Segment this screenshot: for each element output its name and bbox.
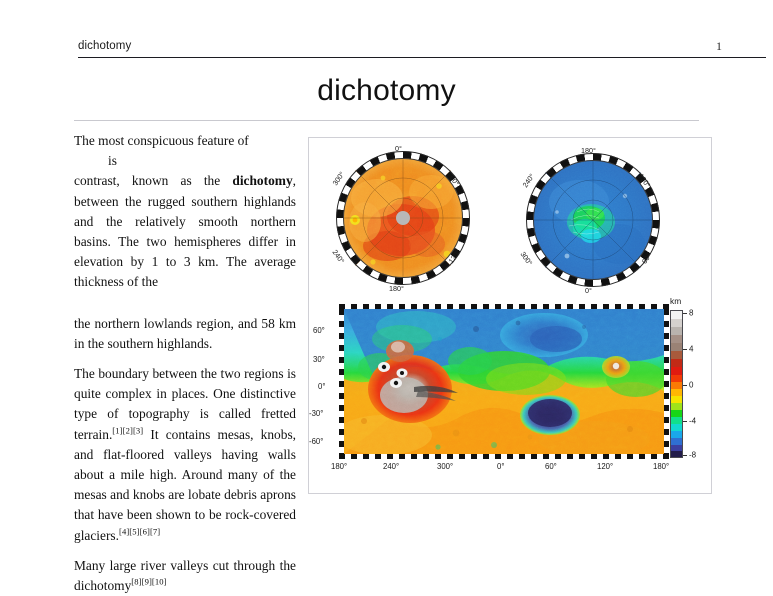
paragraph-4: Many large river valleys cut through the… [74,556,296,596]
map-ylabel-30: 30° [313,355,325,364]
south-polar-panel: 180° 120° 60° 0° 300° 240° [523,150,663,290]
map-ylabel-m30: -30° [309,409,323,418]
colorbar-label-4: 4 [689,345,693,354]
map-xlabel-120: 120° [597,462,613,471]
global-topography-map-panel: 60° 30° 0° -30° -60° 180° 240° 300° 0° 6… [339,304,679,464]
running-header-title: dichotomy [78,40,131,52]
page-number: 1 [716,39,722,54]
colorbar-unit-label: km [670,296,681,306]
colorbar-label-8: 8 [689,309,693,318]
mars-topography-figure: 0° 60° 120° 180° 240° 300° [308,137,712,494]
paragraph-spacer [74,303,296,314]
mola-topography-raster [344,309,664,454]
p3-text-b: It contains mesas, knobs, and flat-floor… [74,427,296,543]
p4-text: Many large river valleys cut through the… [74,558,296,593]
page-title: dichotomy [0,74,773,108]
global-topography-map [344,309,664,454]
north-lon-label-180: 180° [389,284,404,293]
south-lon-label-300: 300° [518,250,534,267]
p1-lead: The most conspicuous feature of [74,133,249,148]
map-ylabel-0: 0° [318,382,325,391]
north-pole-marker [396,211,410,225]
colorbar-tick-0 [683,385,687,386]
p4-refs[interactable]: [8][9][10] [131,577,166,587]
map-xlabel-180a: 180° [331,462,347,471]
polar-panels-row: 0° 60° 120° 180° 240° 300° [309,140,712,298]
south-polar-graticule [533,160,653,280]
north-lon-label-0: 0° [395,144,402,153]
south-lon-label-0: 0° [585,286,592,295]
p1-line3: contrast, known as the [74,173,220,188]
colorbar-tick-m4 [683,421,687,422]
south-lon-label-180: 180° [581,146,596,155]
colorbar-label-m8: -8 [689,451,696,460]
map-xlabel-300: 300° [437,462,453,471]
p3-refs-b[interactable]: [4][5][6][7] [119,526,160,536]
p3-refs-a[interactable]: [1][2][3] [112,425,143,435]
map-ylabel-60: 60° [313,326,325,335]
running-header: dichotomy 1 [78,36,718,58]
colorbar-tick-m8 [683,455,687,456]
map-xlabel-240: 240° [383,462,399,471]
colorbar-label-0: 0 [689,381,693,390]
colorbar-swatches [671,311,682,457]
elevation-colorbar: km [664,296,712,476]
document-page: dichotomy 1 dichotomy The most conspicuo… [0,0,773,565]
colorbar-tick-8 [683,313,687,314]
map-ylabel-m60: -60° [309,437,323,446]
paragraph-1: The most conspicuous feature of is contr… [74,131,296,293]
north-polar-panel: 0° 60° 120° 180° 240° 300° [333,148,473,288]
p1-bold-term: dichotomy [232,173,292,188]
map-xlabel-60: 60° [545,462,557,471]
title-rule [74,120,699,121]
p1-rest: , between the rugged southern highlands … [74,173,296,289]
map-xlabel-0: 0° [497,462,504,471]
article-text-column: The most conspicuous feature of is contr… [74,131,296,596]
paragraph-3: The boundary between the two regions is … [74,364,296,546]
colorbar-label-m4: -4 [689,417,696,426]
p1-gap-word: is [74,151,296,171]
colorbar-gradient [670,310,683,458]
paragraph-2: the northern lowlands region, and 58 km … [74,314,296,354]
header-rule [78,57,766,58]
colorbar-tick-4 [683,349,687,350]
